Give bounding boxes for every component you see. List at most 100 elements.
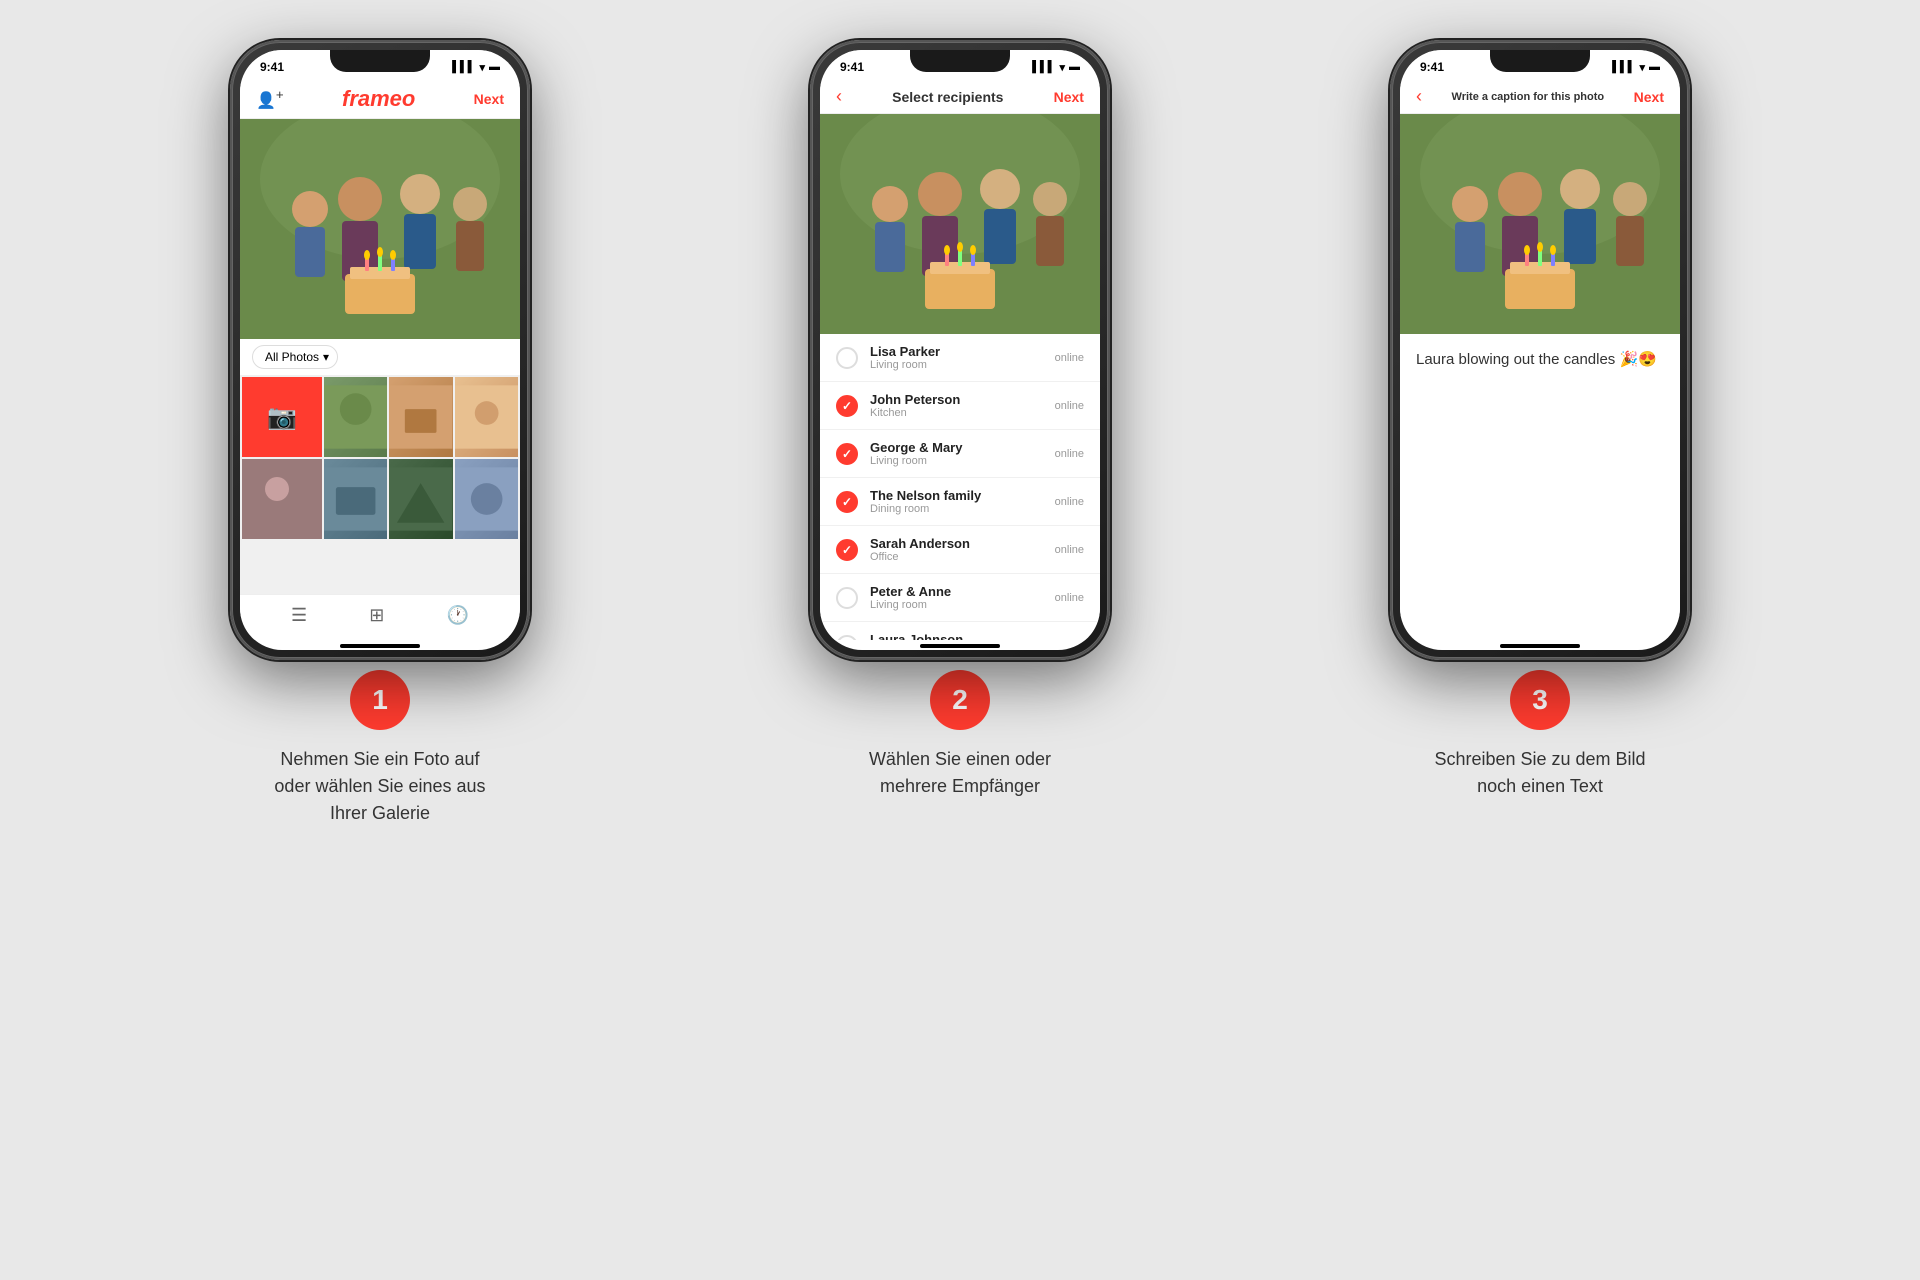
notch3 bbox=[1490, 50, 1590, 72]
add-person-icon[interactable]: 👤+ bbox=[256, 87, 284, 110]
recipients-list: Lisa Parker Living room online ✓ John Pe… bbox=[820, 334, 1100, 640]
checkbox-6[interactable] bbox=[836, 635, 858, 641]
recipient-room-3: Dining room bbox=[870, 503, 1043, 515]
phone1-column: 9:41 ▌▌▌ ▾ ▬ 👤+ frameo Next bbox=[120, 40, 640, 660]
camera-btn[interactable]: 📷 bbox=[242, 377, 322, 457]
phone2-column: 9:41 ▌▌▌ ▾ ▬ ‹ Select recipients Next bbox=[700, 40, 1220, 660]
checkbox-5[interactable] bbox=[836, 587, 858, 609]
phone3-inner: 9:41 ▌▌▌ ▾ ▬ ‹ Write a caption for this … bbox=[1400, 50, 1680, 650]
wifi-icon-1: ▾ bbox=[479, 61, 485, 74]
recipient-room-2: Living room bbox=[870, 455, 1043, 467]
recipient-status-5: online bbox=[1055, 592, 1084, 604]
recipient-item-1[interactable]: ✓ John Peterson Kitchen online bbox=[820, 382, 1100, 430]
home-indicator-1 bbox=[340, 644, 420, 648]
back-btn-2[interactable]: ‹ bbox=[836, 86, 842, 107]
main-container: 9:41 ▌▌▌ ▾ ▬ 👤+ frameo Next bbox=[0, 0, 1920, 887]
screen-title-2: Select recipients bbox=[892, 89, 1003, 105]
history-icon[interactable]: 🕐 bbox=[447, 605, 469, 626]
step-column-1: 1 Nehmen Sie ein Foto aufoder wählen Sie… bbox=[120, 670, 640, 827]
phone3-shell: 9:41 ▌▌▌ ▾ ▬ ‹ Write a caption for this … bbox=[1390, 40, 1690, 660]
step-text-1: Nehmen Sie ein Foto aufoder wählen Sie e… bbox=[274, 746, 485, 827]
status-icons-2: ▌▌▌ ▾ ▬ bbox=[1032, 61, 1080, 74]
back-btn-3[interactable]: ‹ bbox=[1416, 86, 1422, 107]
next-btn-1[interactable]: Next bbox=[474, 91, 504, 107]
step-column-2: 2 Wählen Sie einen odermehrere Empfänger bbox=[700, 670, 1220, 827]
photo-grid: 📷 bbox=[240, 375, 520, 594]
caption-area[interactable]: Laura blowing out the candles 🎉😍 bbox=[1400, 334, 1680, 640]
step-text-3: Schreiben Sie zu dem Bildnoch einen Text bbox=[1434, 746, 1645, 800]
recipient-name-3: The Nelson family bbox=[870, 488, 1043, 503]
recipient-item-5[interactable]: Peter & Anne Living room online bbox=[820, 574, 1100, 622]
recipient-info-6: Laura Johnson Kitchen bbox=[870, 632, 1043, 640]
phone2-shell: 9:41 ▌▌▌ ▾ ▬ ‹ Select recipients Next bbox=[810, 40, 1110, 660]
battery-icon-3: ▬ bbox=[1649, 61, 1660, 73]
checkbox-3[interactable]: ✓ bbox=[836, 491, 858, 513]
next-btn-2[interactable]: Next bbox=[1054, 89, 1084, 105]
phone3-column: 9:41 ▌▌▌ ▾ ▬ ‹ Write a caption for this … bbox=[1280, 40, 1800, 660]
all-photos-btn[interactable]: All Photos ▾ bbox=[252, 345, 338, 369]
phone1-inner: 9:41 ▌▌▌ ▾ ▬ 👤+ frameo Next bbox=[240, 50, 520, 650]
recipient-item-6[interactable]: Laura Johnson Kitchen online bbox=[820, 622, 1100, 640]
checkbox-4[interactable]: ✓ bbox=[836, 539, 858, 561]
dropdown-chevron: ▾ bbox=[323, 350, 329, 364]
phone1-shell: 9:41 ▌▌▌ ▾ ▬ 👤+ frameo Next bbox=[230, 40, 530, 660]
grid-photo-5[interactable] bbox=[324, 459, 387, 539]
status-icons-1: ▌▌▌ ▾ ▬ bbox=[452, 61, 500, 74]
all-photos-label: All Photos bbox=[265, 350, 319, 364]
battery-icon-2: ▬ bbox=[1069, 61, 1080, 73]
recipient-info-1: John Peterson Kitchen bbox=[870, 392, 1043, 419]
main-photo-2 bbox=[820, 114, 1100, 334]
steps-row: 1 Nehmen Sie ein Foto aufoder wählen Sie… bbox=[0, 670, 1920, 827]
time-1: 9:41 bbox=[260, 60, 284, 74]
bottom-nav-1: ☰ ⊞ 🕐 bbox=[240, 594, 520, 640]
phone2-inner: 9:41 ▌▌▌ ▾ ▬ ‹ Select recipients Next bbox=[820, 50, 1100, 650]
battery-icon-1: ▬ bbox=[489, 61, 500, 73]
app-header-3: ‹ Write a caption for this photo Next bbox=[1400, 80, 1680, 114]
app-header-2: ‹ Select recipients Next bbox=[820, 80, 1100, 114]
recipient-room-0: Living room bbox=[870, 359, 1043, 371]
checkbox-1[interactable]: ✓ bbox=[836, 395, 858, 417]
recipient-info-4: Sarah Anderson Office bbox=[870, 536, 1043, 563]
signal-icon-1: ▌▌▌ bbox=[452, 61, 475, 73]
recipient-name-0: Lisa Parker bbox=[870, 344, 1043, 359]
time-2: 9:41 bbox=[840, 60, 864, 74]
recipient-item-3[interactable]: ✓ The Nelson family Dining room online bbox=[820, 478, 1100, 526]
recipient-item-0[interactable]: Lisa Parker Living room online bbox=[820, 334, 1100, 382]
grid-photo-1[interactable] bbox=[324, 377, 387, 457]
recipient-room-5: Living room bbox=[870, 599, 1043, 611]
recipient-name-6: Laura Johnson bbox=[870, 632, 1043, 640]
recipient-item-4[interactable]: ✓ Sarah Anderson Office online bbox=[820, 526, 1100, 574]
recipient-info-3: The Nelson family Dining room bbox=[870, 488, 1043, 515]
recipient-item-2[interactable]: ✓ George & Mary Living room online bbox=[820, 430, 1100, 478]
step-circle-3: 3 bbox=[1510, 670, 1570, 730]
checkbox-0[interactable] bbox=[836, 347, 858, 369]
grid-photo-4[interactable] bbox=[242, 459, 322, 539]
caption-text: Laura blowing out the candles 🎉😍 bbox=[1416, 351, 1657, 368]
camera-icon: 📷 bbox=[267, 403, 297, 432]
recipient-name-2: George & Mary bbox=[870, 440, 1043, 455]
next-btn-3[interactable]: Next bbox=[1634, 89, 1664, 105]
recipient-status-6: online bbox=[1055, 640, 1084, 641]
grid-photo-6[interactable] bbox=[389, 459, 452, 539]
recipient-status-3: online bbox=[1055, 496, 1084, 508]
recipient-info-5: Peter & Anne Living room bbox=[870, 584, 1043, 611]
home-indicator-3 bbox=[1500, 644, 1580, 648]
recipient-name-4: Sarah Anderson bbox=[870, 536, 1043, 551]
grid-photo-7[interactable] bbox=[455, 459, 518, 539]
step-circle-2: 2 bbox=[930, 670, 990, 730]
photo-bg-1 bbox=[240, 119, 520, 339]
signal-icon-3: ▌▌▌ bbox=[1612, 61, 1635, 73]
grid-photo-3[interactable] bbox=[455, 377, 518, 457]
menu-icon[interactable]: ☰ bbox=[291, 605, 307, 626]
grid-photo-2[interactable] bbox=[389, 377, 452, 457]
main-photo-3 bbox=[1400, 114, 1680, 334]
step-column-3: 3 Schreiben Sie zu dem Bildnoch einen Te… bbox=[1280, 670, 1800, 827]
grid-icon[interactable]: ⊞ bbox=[369, 605, 384, 626]
wifi-icon-2: ▾ bbox=[1059, 61, 1065, 74]
screen-title-3: Write a caption for this photo bbox=[1452, 91, 1605, 103]
app-title: frameo bbox=[342, 86, 415, 112]
home-indicator-2 bbox=[920, 644, 1000, 648]
step-text-2: Wählen Sie einen odermehrere Empfänger bbox=[869, 746, 1051, 800]
phones-row: 9:41 ▌▌▌ ▾ ▬ 👤+ frameo Next bbox=[0, 40, 1920, 660]
checkbox-2[interactable]: ✓ bbox=[836, 443, 858, 465]
